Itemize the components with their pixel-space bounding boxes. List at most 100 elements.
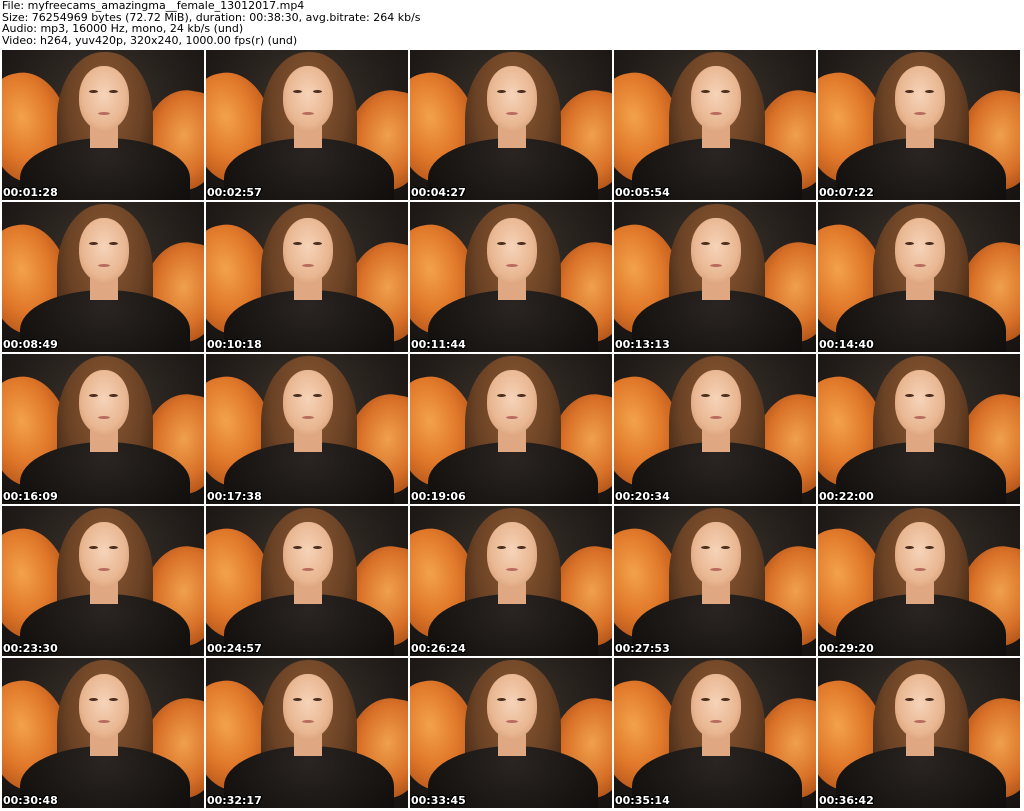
- mouth-shape: [710, 264, 722, 267]
- eye-shape: [701, 90, 710, 93]
- eye-shape: [701, 546, 710, 549]
- eye-shape: [517, 90, 526, 93]
- mouth-shape: [506, 720, 518, 723]
- mouth-shape: [710, 416, 722, 419]
- video-thumbnail: 00:24:57: [206, 506, 408, 656]
- mouth-shape: [302, 720, 314, 723]
- mouth-shape: [914, 416, 926, 419]
- mouth-shape: [506, 264, 518, 267]
- eye-shape: [313, 546, 322, 549]
- mouth-shape: [710, 720, 722, 723]
- thumbnail-timestamp: 00:01:28: [3, 186, 58, 199]
- eye-shape: [517, 394, 526, 397]
- face-shape: [895, 370, 945, 434]
- video-thumbnail: 00:14:40: [818, 202, 1020, 352]
- video-thumbnail: 00:27:53: [614, 506, 816, 656]
- video-thumbnail: 00:29:20: [818, 506, 1020, 656]
- thumbnail-timestamp: 00:29:20: [819, 642, 874, 655]
- eye-shape: [905, 242, 914, 245]
- video-thumbnail: 00:08:49: [2, 202, 204, 352]
- eye-shape: [925, 90, 934, 93]
- eye-shape: [109, 698, 118, 701]
- face-shape: [487, 218, 537, 282]
- face-shape: [283, 66, 333, 130]
- eye-shape: [497, 90, 506, 93]
- mouth-shape: [302, 264, 314, 267]
- face-shape: [283, 674, 333, 738]
- eye-shape: [721, 546, 730, 549]
- thumbnail-timestamp: 00:26:24: [411, 642, 466, 655]
- mouth-shape: [302, 112, 314, 115]
- eye-shape: [293, 546, 302, 549]
- eye-shape: [497, 546, 506, 549]
- thumbnail-timestamp: 00:10:18: [207, 338, 262, 351]
- eye-shape: [497, 394, 506, 397]
- thumbnail-timestamp: 00:07:22: [819, 186, 874, 199]
- mouth-shape: [98, 112, 110, 115]
- eye-shape: [905, 90, 914, 93]
- face-shape: [79, 66, 129, 130]
- video-thumbnail: 00:10:18: [206, 202, 408, 352]
- face-shape: [283, 218, 333, 282]
- face-shape: [691, 66, 741, 130]
- face-shape: [79, 674, 129, 738]
- eye-shape: [89, 546, 98, 549]
- eye-shape: [313, 394, 322, 397]
- video-thumbnail: 00:17:38: [206, 354, 408, 504]
- video-thumbnail: 00:11:44: [410, 202, 612, 352]
- eye-shape: [313, 242, 322, 245]
- thumbnail-timestamp: 00:20:34: [615, 490, 670, 503]
- eye-shape: [313, 90, 322, 93]
- face-shape: [487, 522, 537, 586]
- face-shape: [79, 522, 129, 586]
- eye-shape: [925, 698, 934, 701]
- mouth-shape: [98, 568, 110, 571]
- mouth-shape: [506, 112, 518, 115]
- eye-shape: [517, 698, 526, 701]
- face-shape: [487, 370, 537, 434]
- eye-shape: [925, 242, 934, 245]
- thumbnail-timestamp: 00:36:42: [819, 794, 874, 807]
- mouth-shape: [98, 416, 110, 419]
- mouth-shape: [914, 568, 926, 571]
- eye-shape: [89, 242, 98, 245]
- eye-shape: [925, 546, 934, 549]
- thumbnail-grid: 00:01:28 00:02:57 00:04:27 00:05:54 00:07:22…: [0, 50, 1024, 811]
- video-thumbnail: 00:19:06: [410, 354, 612, 504]
- face-shape: [487, 674, 537, 738]
- face-shape: [691, 522, 741, 586]
- thumbnail-timestamp: 00:14:40: [819, 338, 874, 351]
- eye-shape: [293, 242, 302, 245]
- file-name-line: File: myfreecams_amazingma__female_13012…: [2, 0, 305, 12]
- mouth-shape: [914, 112, 926, 115]
- video-thumbnail: 00:22:00: [818, 354, 1020, 504]
- thumbnail-timestamp: 00:04:27: [411, 186, 466, 199]
- eye-shape: [89, 698, 98, 701]
- thumbnail-timestamp: 00:27:53: [615, 642, 670, 655]
- video-thumbnail: 00:02:57: [206, 50, 408, 200]
- thumbnail-timestamp: 00:13:13: [615, 338, 670, 351]
- thumbnail-timestamp: 00:16:09: [3, 490, 58, 503]
- eye-shape: [905, 546, 914, 549]
- mouth-shape: [914, 720, 926, 723]
- mouth-shape: [914, 264, 926, 267]
- video-thumbnail: 00:20:34: [614, 354, 816, 504]
- video-thumbnail: 00:26:24: [410, 506, 612, 656]
- thumbnail-timestamp: 00:30:48: [3, 794, 58, 807]
- face-shape: [895, 66, 945, 130]
- video-thumbnail: 00:01:28: [2, 50, 204, 200]
- face-shape: [691, 674, 741, 738]
- eye-shape: [721, 698, 730, 701]
- video-thumbnail: 00:13:13: [614, 202, 816, 352]
- file-info-header: File: myfreecams_amazingma__female_13012…: [2, 0, 1022, 50]
- eye-shape: [517, 242, 526, 245]
- thumbnail-timestamp: 00:11:44: [411, 338, 466, 351]
- mouth-shape: [302, 568, 314, 571]
- video-thumbnail: 00:23:30: [2, 506, 204, 656]
- face-shape: [283, 522, 333, 586]
- mouth-shape: [710, 112, 722, 115]
- mouth-shape: [302, 416, 314, 419]
- eye-shape: [89, 394, 98, 397]
- eye-shape: [109, 242, 118, 245]
- thumbnail-timestamp: 00:08:49: [3, 338, 58, 351]
